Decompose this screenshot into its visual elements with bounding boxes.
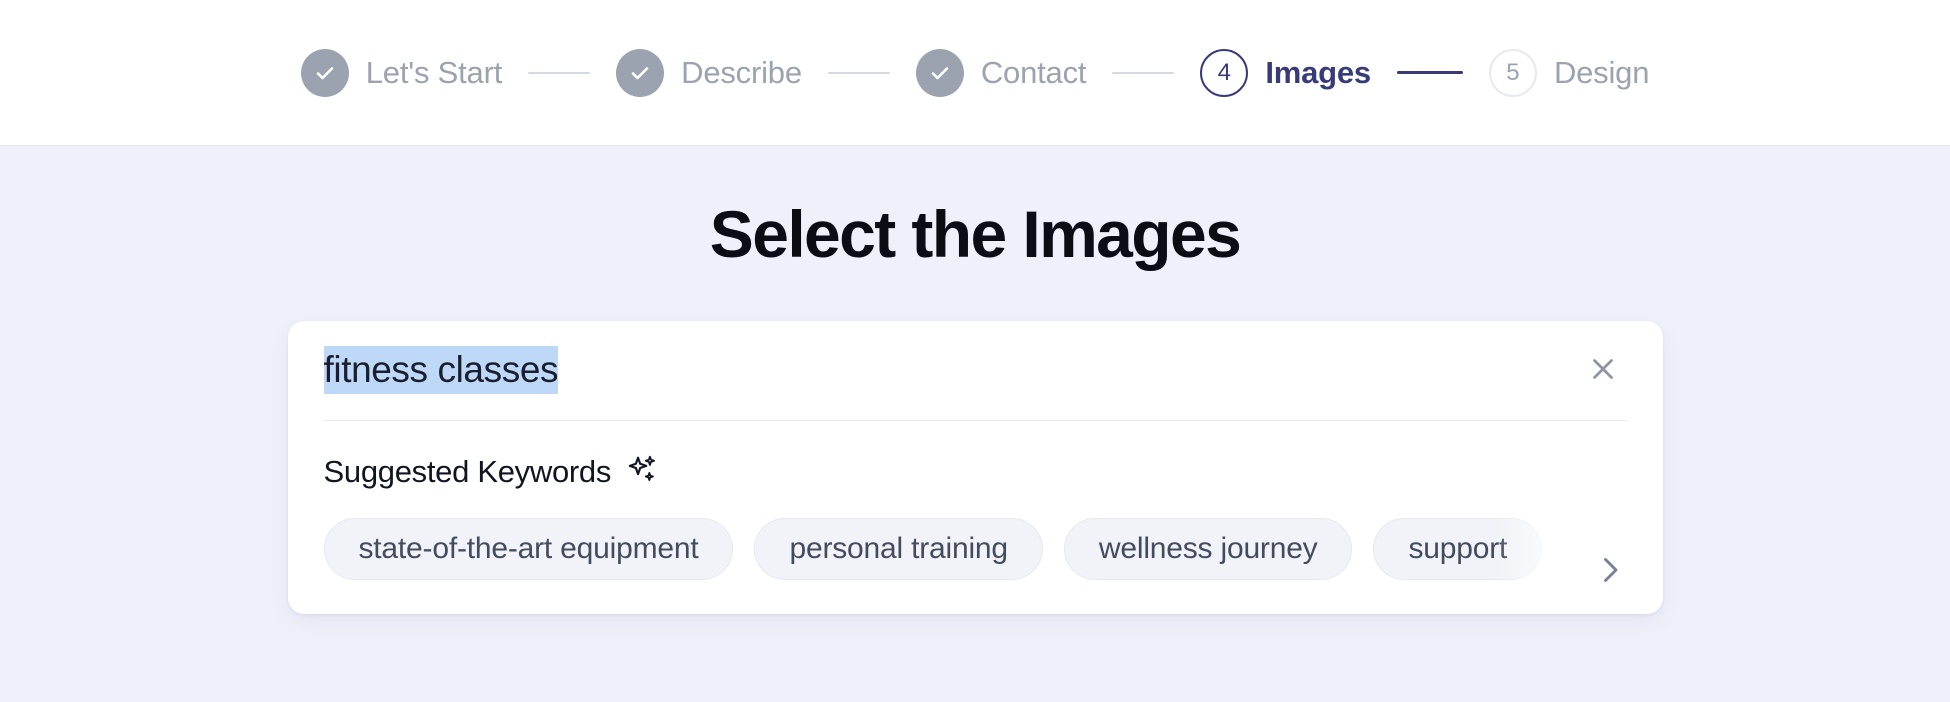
step-indicator-check-icon xyxy=(300,48,349,97)
clear-search-button[interactable] xyxy=(1581,348,1625,392)
step-indicator-number: 5 xyxy=(1488,48,1537,97)
step-indicator-check-icon xyxy=(616,48,665,97)
keyword-chip[interactable]: state-of-the-art equipment xyxy=(323,517,734,580)
chips-next-button[interactable] xyxy=(1587,549,1627,595)
step-design[interactable]: 5 Design xyxy=(1488,48,1650,97)
page-title: Select the Images xyxy=(709,197,1242,271)
keyword-chips-track: state-of-the-art equipment personal trai… xyxy=(323,517,1627,580)
stepper-connector-1 xyxy=(528,71,591,74)
stepper-connector-2 xyxy=(827,71,890,74)
step-indicator-check-icon xyxy=(915,48,964,97)
main-content: Select the Images fitness classes Sugges… xyxy=(0,146,1950,702)
suggested-keywords-label: Suggested Keywords xyxy=(323,454,612,490)
stepper-connector-4 xyxy=(1396,71,1463,74)
step-label-lets-start: Let's Start xyxy=(365,54,503,90)
keyword-chips-carousel: state-of-the-art equipment personal trai… xyxy=(323,517,1627,614)
step-label-images: Images xyxy=(1265,54,1371,90)
progress-stepper: Let's Start Describe Contact 4 Images 5 … xyxy=(300,0,1650,145)
step-images[interactable]: 4 Images xyxy=(1200,48,1371,97)
step-label-describe: Describe xyxy=(681,54,802,90)
step-lets-start[interactable]: Let's Start xyxy=(300,48,503,97)
keyword-chip[interactable]: personal training xyxy=(754,517,1043,580)
step-contact[interactable]: Contact xyxy=(915,48,1087,97)
step-label-contact: Contact xyxy=(980,54,1087,90)
keyword-chip[interactable]: support xyxy=(1373,517,1543,580)
sparkles-icon xyxy=(625,453,659,492)
chevron-right-icon xyxy=(1592,552,1627,591)
keyword-chip[interactable]: wellness journey xyxy=(1063,517,1353,580)
image-search-card: fitness classes Suggested Keywords state… xyxy=(287,320,1663,614)
step-describe[interactable]: Describe xyxy=(616,48,802,97)
close-icon xyxy=(1586,352,1620,389)
step-indicator-number: 4 xyxy=(1200,48,1249,97)
search-row: fitness classes xyxy=(323,321,1627,421)
stepper-connector-3 xyxy=(1112,71,1175,74)
suggested-keywords-header: Suggested Keywords xyxy=(324,453,1627,492)
search-input[interactable]: fitness classes xyxy=(323,345,558,395)
stepper-header: Let's Start Describe Contact 4 Images 5 … xyxy=(0,0,1950,146)
step-label-design: Design xyxy=(1553,54,1650,90)
